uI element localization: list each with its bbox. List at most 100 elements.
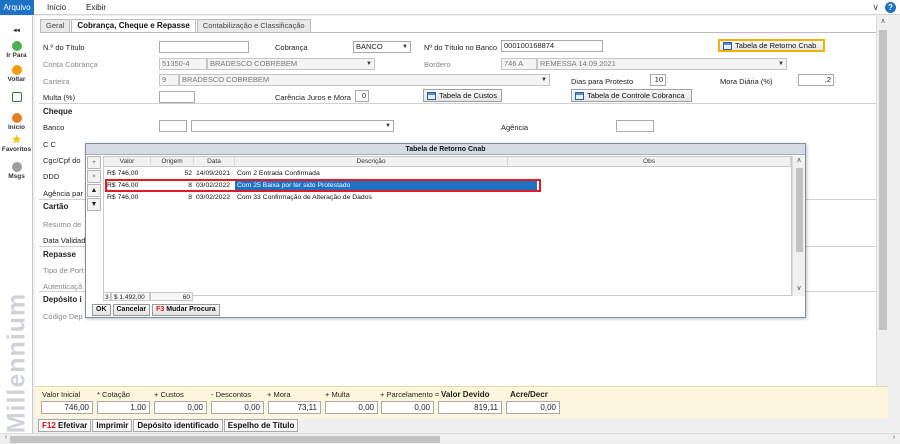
move-down-icon[interactable]: ▼ (87, 198, 101, 211)
home-icon (11, 113, 22, 123)
multa-total-field[interactable]: 0,00 (325, 401, 378, 414)
sidebar-item-label: Msgs (8, 173, 25, 180)
col-origem[interactable]: Origem (151, 157, 194, 167)
col-data[interactable]: Data (194, 157, 235, 167)
parcelamento-field[interactable]: 0,00 (381, 401, 434, 414)
tabela-custos-button[interactable]: Tabela de Custos (423, 89, 502, 102)
retorno-cnab-dialog: Tabela de Retorno Cnab + × ▲ ▼ Valor Ori… (85, 143, 806, 318)
tabela-controle-button[interactable]: Tabela de Controle Cobranca (571, 89, 692, 102)
footer-total: $ 1.492,00 (111, 292, 150, 301)
imprimir-button[interactable]: Imprimir (92, 419, 133, 432)
acre-decr-field[interactable]: 0,00 (506, 401, 560, 414)
mora-field[interactable]: ,2 (798, 74, 834, 86)
dialog-nav: + × ▲ ▼ (87, 156, 102, 226)
agencia-field[interactable] (616, 120, 654, 132)
grid-footer: 3 $ 1.492,00 60 (103, 292, 203, 301)
sidebar-item-ir-para[interactable]: Ir Para (0, 41, 33, 59)
footer-origem: 60 (150, 292, 193, 301)
conta-cobranca-label: Conta Cobrança (43, 60, 98, 69)
n-titulo-banco-field[interactable]: 000100168874 (501, 40, 603, 52)
mora-total-label: + Mora (267, 390, 291, 399)
col-descricao[interactable]: Descrição (235, 157, 508, 167)
scroll-up-icon: ∧ (796, 157, 802, 164)
sidebar-item-label: Início (8, 124, 25, 131)
sidebar-item-voltar[interactable]: Voltar (0, 65, 33, 83)
sidebar-item-favoritos[interactable]: ★ Favoritos (0, 134, 33, 154)
star-icon: ★ (11, 134, 22, 146)
ok-button[interactable]: OK (92, 304, 111, 316)
cc-label: C C (43, 140, 56, 149)
calendar-icon (427, 91, 436, 100)
valor-inicial-label: Valor Inicial (42, 390, 81, 399)
calendar-icon (575, 91, 584, 100)
tab-contabilizacao[interactable]: Contabilização e Classificação (196, 19, 311, 32)
menu-exibir[interactable]: Exibir (79, 0, 113, 15)
cotacao-field[interactable]: 1,00 (97, 401, 150, 414)
tabela-retorno-button[interactable]: Tabela de Retorno Cnab (718, 39, 825, 52)
n-titulo-field[interactable] (159, 41, 249, 53)
delete-icon[interactable]: × (87, 170, 101, 183)
deposito-identificado-button[interactable]: Depósito identificado (133, 419, 223, 432)
sidebar-item-document[interactable] (0, 92, 33, 103)
cancel-button[interactable]: Cancelar (112, 304, 151, 316)
sidebar-collapse[interactable]: ◂◂ (0, 26, 33, 34)
custos-label: + Custos (154, 390, 184, 399)
resumo-label: Resumo de (43, 220, 82, 229)
custos-field[interactable]: 0,00 (154, 401, 207, 414)
tab-bar: Geral Cobrança, Cheque e Repasse Contabi… (40, 19, 312, 32)
efetivar-button[interactable]: F12 Efetivar (38, 419, 92, 432)
help-icon[interactable]: ? (885, 2, 896, 13)
acre-decr-label: Acre/Decr (510, 390, 548, 399)
bordero-select[interactable]: REMESSA 14.09.2021 ▼ (537, 58, 787, 70)
dias-protesto-field[interactable]: 10 (650, 74, 666, 86)
valor-devido-label: Valor Devido (441, 390, 490, 399)
tab-geral[interactable]: Geral (40, 19, 71, 32)
autenticacao-label: Autenticaçã (43, 282, 83, 291)
main-vertical-scrollbar[interactable]: ∧ (876, 16, 888, 388)
multa-field[interactable] (159, 91, 195, 103)
horizontal-scrollbar[interactable]: ‹ › (0, 433, 900, 444)
n-titulo-banco-label: Nº do Título no Banco (424, 43, 498, 52)
espelho-titulo-button[interactable]: Espelho de Título (223, 419, 299, 432)
mora-label: Mora Diária (%) (720, 77, 773, 86)
go-to-icon (11, 41, 22, 51)
conta-cobranca-select[interactable]: BRADESCO COBREBEM ▼ (207, 58, 375, 70)
deposito-section-title: Depósito i (43, 295, 82, 304)
sidebar: ◂◂ Ir Para Voltar Início ★ Favoritos Msg… (0, 16, 33, 444)
carteira-label: Carteira (43, 77, 70, 86)
conta-cobranca-code[interactable]: 51350-4 (159, 58, 207, 70)
bordero-code[interactable]: 746 A (501, 58, 537, 70)
menu-arquivo[interactable]: Arquivo (0, 0, 34, 15)
banco-code[interactable] (159, 120, 187, 132)
sidebar-item-msgs[interactable]: Msgs (0, 162, 33, 180)
back-icon (11, 65, 22, 75)
table-row[interactable]: R$ 746,00 8 03/02/2022 Com 33 Confirmaçã… (104, 192, 791, 204)
selection-highlight-box (105, 179, 541, 192)
footer-count: 3 (103, 292, 111, 301)
carencia-field[interactable]: 0 (355, 90, 369, 102)
chevron-down-icon[interactable]: ∨ (872, 2, 879, 13)
cobranca-select[interactable]: BANCO ▼ (353, 41, 411, 53)
col-valor[interactable]: Valor (104, 157, 151, 167)
retorno-grid: Valor Origem Data Descrição Obs R$ 746,0… (103, 156, 792, 296)
descontos-field[interactable]: 0,00 (211, 401, 264, 414)
chevron-down-icon: ▼ (385, 123, 391, 129)
move-up-icon[interactable]: ▲ (87, 184, 101, 197)
add-icon[interactable]: + (87, 156, 101, 169)
mudar-procura-button[interactable]: F3 Mudar Procura (152, 304, 220, 316)
cell-origem: 8 (188, 194, 192, 201)
sidebar-item-inicio[interactable]: Início (0, 113, 33, 131)
menu-inicio[interactable]: Início (40, 0, 73, 15)
carteira-code[interactable]: 9 (159, 74, 179, 86)
tab-cobranca[interactable]: Cobrança, Cheque e Repasse (71, 19, 196, 32)
valor-devido-field[interactable]: 819,11 (438, 401, 502, 414)
banco-select[interactable]: ▼ (191, 120, 394, 132)
col-obs[interactable]: Obs (508, 157, 791, 167)
carteira-select[interactable]: BRADESCO COBREBEM ▼ (179, 74, 550, 86)
scroll-up-icon: ∧ (880, 18, 886, 25)
dialog-vertical-scrollbar[interactable]: ∧ ∨ (792, 156, 805, 296)
valor-inicial-field[interactable]: 746,00 (41, 401, 93, 414)
multa-total-label: + Multa (325, 390, 350, 399)
mora-total-field[interactable]: 73,11 (268, 401, 321, 414)
action-bar: F12 Efetivar Imprimir Depósito identific… (38, 419, 299, 432)
